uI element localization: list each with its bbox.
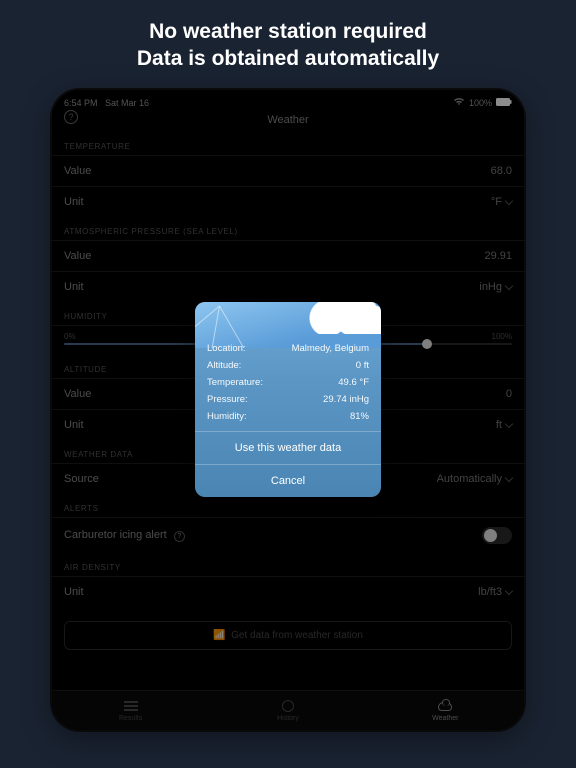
- label: Cancel: [271, 475, 305, 487]
- modal-row-temperature: Temperature: 49.6 °F: [207, 374, 369, 391]
- value: 29.74 inHg: [323, 394, 369, 405]
- value: Malmedy, Belgium: [292, 343, 369, 354]
- weather-data-modal: Location: Malmedy, Belgium Altitude: 0 f…: [195, 302, 381, 497]
- use-weather-data-button[interactable]: Use this weather data: [195, 431, 381, 464]
- key: Temperature:: [207, 377, 263, 388]
- modal-row-humidity: Humidity: 81%: [207, 408, 369, 425]
- key: Altitude:: [207, 360, 241, 371]
- value: 81%: [350, 411, 369, 422]
- label: Use this weather data: [235, 442, 341, 454]
- sun-ray-icon: [219, 306, 250, 348]
- value: 0 ft: [356, 360, 369, 371]
- modal-sky: [195, 302, 381, 348]
- cloud-icon: [301, 302, 381, 334]
- promo-line-2: Data is obtained automatically: [10, 45, 566, 72]
- cancel-button[interactable]: Cancel: [195, 464, 381, 497]
- value: 49.6 °F: [338, 377, 369, 388]
- modal-row-pressure: Pressure: 29.74 inHg: [207, 391, 369, 408]
- key: Location:: [207, 343, 246, 354]
- modal-row-altitude: Altitude: 0 ft: [207, 357, 369, 374]
- modal-body: Location: Malmedy, Belgium Altitude: 0 f…: [195, 338, 381, 431]
- promo-header: No weather station required Data is obta…: [0, 0, 576, 87]
- key: Humidity:: [207, 411, 247, 422]
- promo-line-1: No weather station required: [10, 18, 566, 45]
- key: Pressure:: [207, 394, 248, 405]
